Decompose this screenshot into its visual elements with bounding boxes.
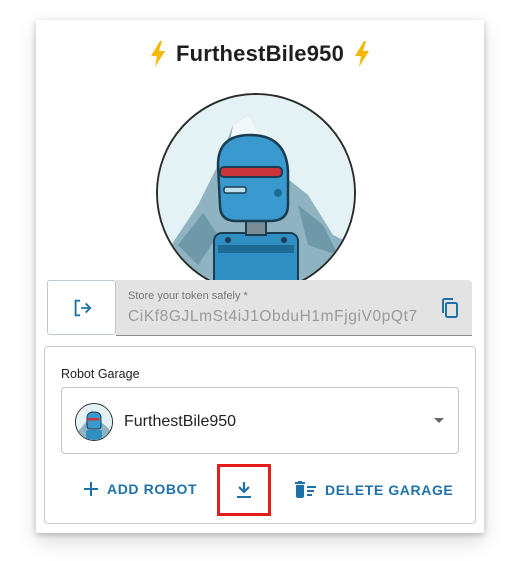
robot-thumbnail	[75, 403, 113, 441]
token-row: Store your token safely * CiKf8GJLmSt4iJ…	[47, 280, 472, 336]
bolt-icon	[355, 41, 370, 67]
robot-garage-panel: Robot Garage FurthestBile950 ADD ROBOT D…	[44, 346, 476, 524]
selected-robot-name: FurthestBile950	[124, 413, 237, 430]
token-value[interactable]: CiKf8GJLmSt4iJ1ObduH1mFjgiV0pQt7a	[128, 308, 418, 326]
bolt-icon	[150, 41, 165, 67]
logout-icon	[74, 299, 92, 316]
token-field[interactable]: Store your token safely * CiKf8GJLmSt4iJ…	[116, 280, 472, 336]
robot-avatar-image	[158, 95, 354, 291]
logout-button[interactable]	[47, 280, 116, 335]
garage-actions: ADD ROBOT DELETE GARAGE	[45, 461, 477, 519]
add-robot-button[interactable]: ADD ROBOT	[83, 481, 197, 497]
garage-title: Robot Garage	[61, 367, 140, 381]
delete-sweep-icon	[295, 481, 316, 498]
token-label: Store your token safely *	[128, 290, 248, 302]
add-robot-label: ADD ROBOT	[107, 481, 198, 497]
plus-icon	[84, 482, 98, 496]
delete-garage-label: DELETE GARAGE	[325, 482, 454, 498]
delete-garage-button[interactable]: DELETE GARAGE	[295, 481, 453, 499]
robot-profile-card: FurthestBile950 Store your token safely …	[36, 20, 484, 533]
robot-name: FurthestBile950	[175, 41, 345, 66]
robot-avatar	[156, 93, 356, 293]
title-row: FurthestBile950	[36, 38, 484, 70]
download-icon	[237, 482, 251, 498]
copy-icon[interactable]	[438, 296, 462, 320]
robot-select[interactable]: FurthestBile950	[61, 387, 459, 454]
chevron-down-icon[interactable]	[434, 418, 444, 423]
robot-thumbnail-image	[76, 404, 112, 440]
download-garage-button[interactable]	[217, 464, 271, 516]
